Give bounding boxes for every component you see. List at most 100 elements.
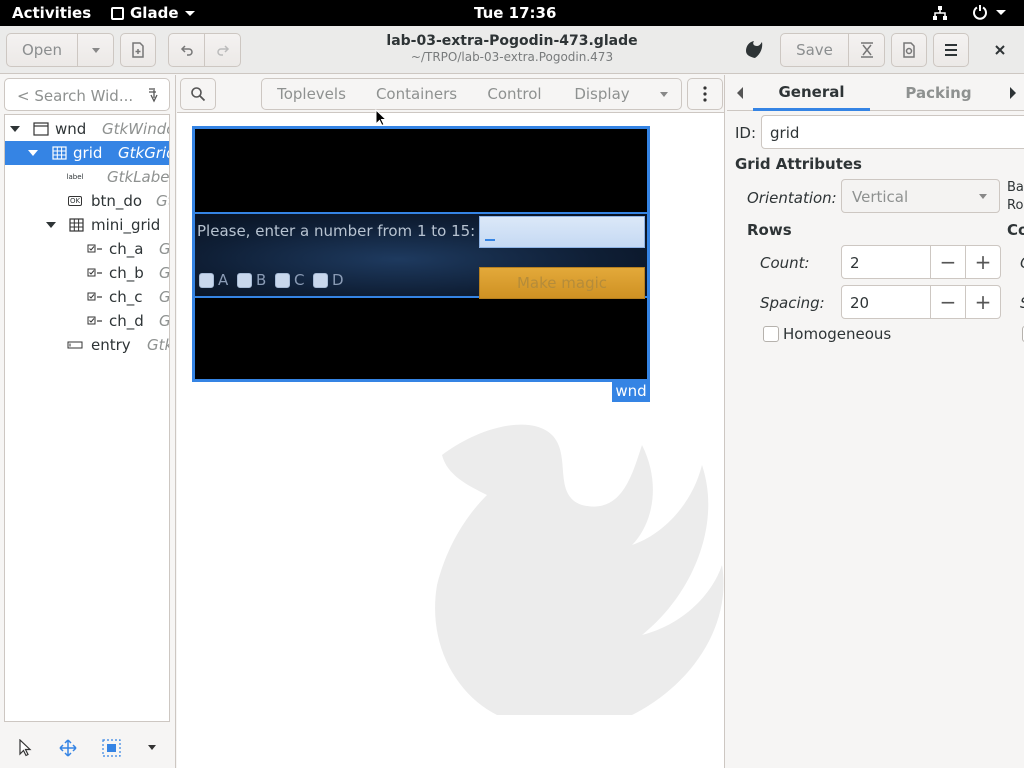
tree-row-label[interactable]: label GtkLabel: [5, 165, 169, 189]
section-title: Grid Attributes: [735, 155, 862, 173]
checkbox-d[interactable]: D: [313, 271, 344, 289]
number-entry[interactable]: [479, 216, 645, 248]
orientation-combo[interactable]: Vertical: [841, 179, 1000, 213]
palette-display-button[interactable]: Display: [557, 78, 648, 110]
checkbox-box: [275, 272, 290, 288]
palette-group-label: Control: [487, 85, 542, 103]
tree-row-mini-grid[interactable]: mini_grid: [5, 213, 169, 237]
id-label: ID:: [735, 124, 757, 142]
tree-row-wnd[interactable]: wnd GtkWindow: [5, 117, 169, 141]
homogeneous-label: Homogeneous: [783, 325, 892, 343]
tree-row-name: mini_grid: [91, 216, 161, 234]
minus-icon[interactable]: −: [930, 286, 965, 318]
activities-button[interactable]: Activities: [12, 4, 91, 22]
tabs-scroll-left-icon[interactable]: [737, 87, 743, 99]
close-window-button[interactable]: [982, 33, 1018, 67]
close-icon: [995, 45, 1005, 55]
tree-row-type: GtkCheckButton: [159, 264, 169, 282]
window-name-tag: wnd: [612, 380, 650, 402]
tree-row-type: GtkCheckButton: [159, 312, 169, 330]
save-button[interactable]: Save: [780, 33, 849, 67]
palette-more-button[interactable]: [647, 78, 682, 110]
homogeneous-checkbox[interactable]: [763, 326, 779, 342]
save-as-button[interactable]: [848, 33, 885, 67]
tab-packing[interactable]: Packing: [877, 75, 1000, 111]
chevron-down-icon: [184, 10, 195, 16]
tree-row-entry[interactable]: entry GtkEntry: [5, 333, 169, 357]
id-field[interactable]: grid: [761, 115, 1024, 149]
glade-logo-icon: [736, 33, 772, 67]
glade-watermark-icon: [435, 424, 724, 715]
tree-row-ch-b[interactable]: ch_b GtkCheckButton: [5, 261, 169, 285]
rows-count-spinbutton[interactable]: 2 − +: [841, 245, 1001, 279]
plus-icon[interactable]: +: [965, 286, 1000, 318]
clock[interactable]: Tue 17:36: [474, 4, 556, 22]
rows-spacing-spinbutton[interactable]: 20 − +: [841, 285, 1001, 319]
widget-search-input[interactable]: < Search Wid...: [4, 78, 170, 111]
expander-icon[interactable]: [10, 126, 20, 132]
palette-menu-button[interactable]: [687, 78, 723, 110]
app-menu[interactable]: Glade: [111, 4, 195, 22]
palette-control-button[interactable]: Control: [472, 78, 558, 110]
make-magic-button[interactable]: Make magic: [479, 267, 645, 299]
tree-row-ch-a[interactable]: ch_a GtkCheckButton: [5, 237, 169, 261]
window-icon: [33, 122, 49, 136]
select-pointer-icon[interactable]: [18, 738, 32, 761]
redo-button[interactable]: [204, 33, 241, 67]
plus-icon[interactable]: +: [965, 246, 1000, 278]
open-button[interactable]: Open: [6, 33, 78, 67]
network-icon[interactable]: [932, 5, 948, 25]
margin-edit-icon[interactable]: [102, 739, 121, 761]
preview-window-wnd[interactable]: Please, enter a number from 1 to 15: A B…: [192, 126, 650, 382]
preview-button[interactable]: [891, 33, 927, 67]
palette-toplevels-button[interactable]: Toplevels: [261, 78, 362, 110]
palette-group-label: Toplevels: [277, 85, 346, 103]
expander-icon[interactable]: [46, 222, 56, 228]
rows-spacing-label: Spacing:: [760, 294, 825, 312]
window-subtitle: ~/TRPO/lab-03-extra.Pogodin.473: [410, 50, 614, 64]
tree-row-type: GtkLabel: [107, 168, 169, 186]
palette-group-label: Display: [574, 85, 630, 103]
checkbox-c[interactable]: C: [275, 271, 304, 289]
tree-row-name: ch_d: [109, 312, 144, 330]
more-vertical-icon: [703, 86, 707, 102]
drag-resize-icon[interactable]: [59, 739, 77, 761]
prompt-label[interactable]: Please, enter a number from 1 to 15:: [197, 222, 475, 240]
tree-row-type: GtkEntry: [147, 336, 169, 354]
tree-row-ch-d[interactable]: ch_d GtkCheckButton: [5, 309, 169, 333]
checkbox-label: B: [256, 271, 267, 289]
main-menu-button[interactable]: [933, 33, 969, 67]
preview-grid[interactable]: Please, enter a number from 1 to 15: A B…: [195, 212, 647, 299]
widget-tree[interactable]: wnd GtkWindow grid GtkGrid label GtkLabe…: [4, 114, 170, 722]
grid-icon: [68, 218, 84, 232]
open-button-label: Open: [21, 41, 63, 59]
chevron-down-icon[interactable]: [148, 745, 156, 750]
new-project-button[interactable]: [120, 33, 156, 67]
save-button-label: Save: [796, 41, 833, 59]
tab-general[interactable]: General: [753, 75, 870, 111]
checkbutton-icon: [87, 290, 103, 304]
tree-row-btn-do[interactable]: OK btn_do GtkButton: [5, 189, 169, 213]
text-cursor: [485, 239, 495, 241]
palette-containers-button[interactable]: Containers: [361, 78, 473, 110]
checkbox-a[interactable]: A: [199, 271, 228, 289]
tree-row-type: GtkButton: [156, 192, 169, 210]
checkbox-b[interactable]: B: [237, 271, 266, 289]
app-menu-label: Glade: [130, 4, 179, 22]
filter-icon[interactable]: [147, 87, 161, 107]
header-bar: Open lab-03-extra-Pogodin-473.glade ~/TR…: [0, 26, 1024, 74]
system-menu[interactable]: [972, 4, 1006, 20]
tree-row-name: grid: [73, 144, 103, 162]
undo-button[interactable]: [168, 33, 205, 67]
rows-count-label: Count:: [760, 254, 810, 272]
grid-icon: [51, 146, 67, 160]
tabs-scroll-right-icon[interactable]: [1010, 87, 1016, 99]
tree-row-ch-c[interactable]: ch_c GtkCheckButton: [5, 285, 169, 309]
tree-row-grid[interactable]: grid GtkGrid: [5, 141, 169, 165]
recent-files-button[interactable]: [77, 33, 114, 67]
orientation-label: Orientation:: [747, 189, 837, 207]
palette-search-button[interactable]: [180, 78, 216, 110]
minus-icon[interactable]: −: [930, 246, 965, 278]
expander-icon[interactable]: [28, 150, 38, 156]
columns-count-label-partial: C: [1020, 254, 1024, 272]
